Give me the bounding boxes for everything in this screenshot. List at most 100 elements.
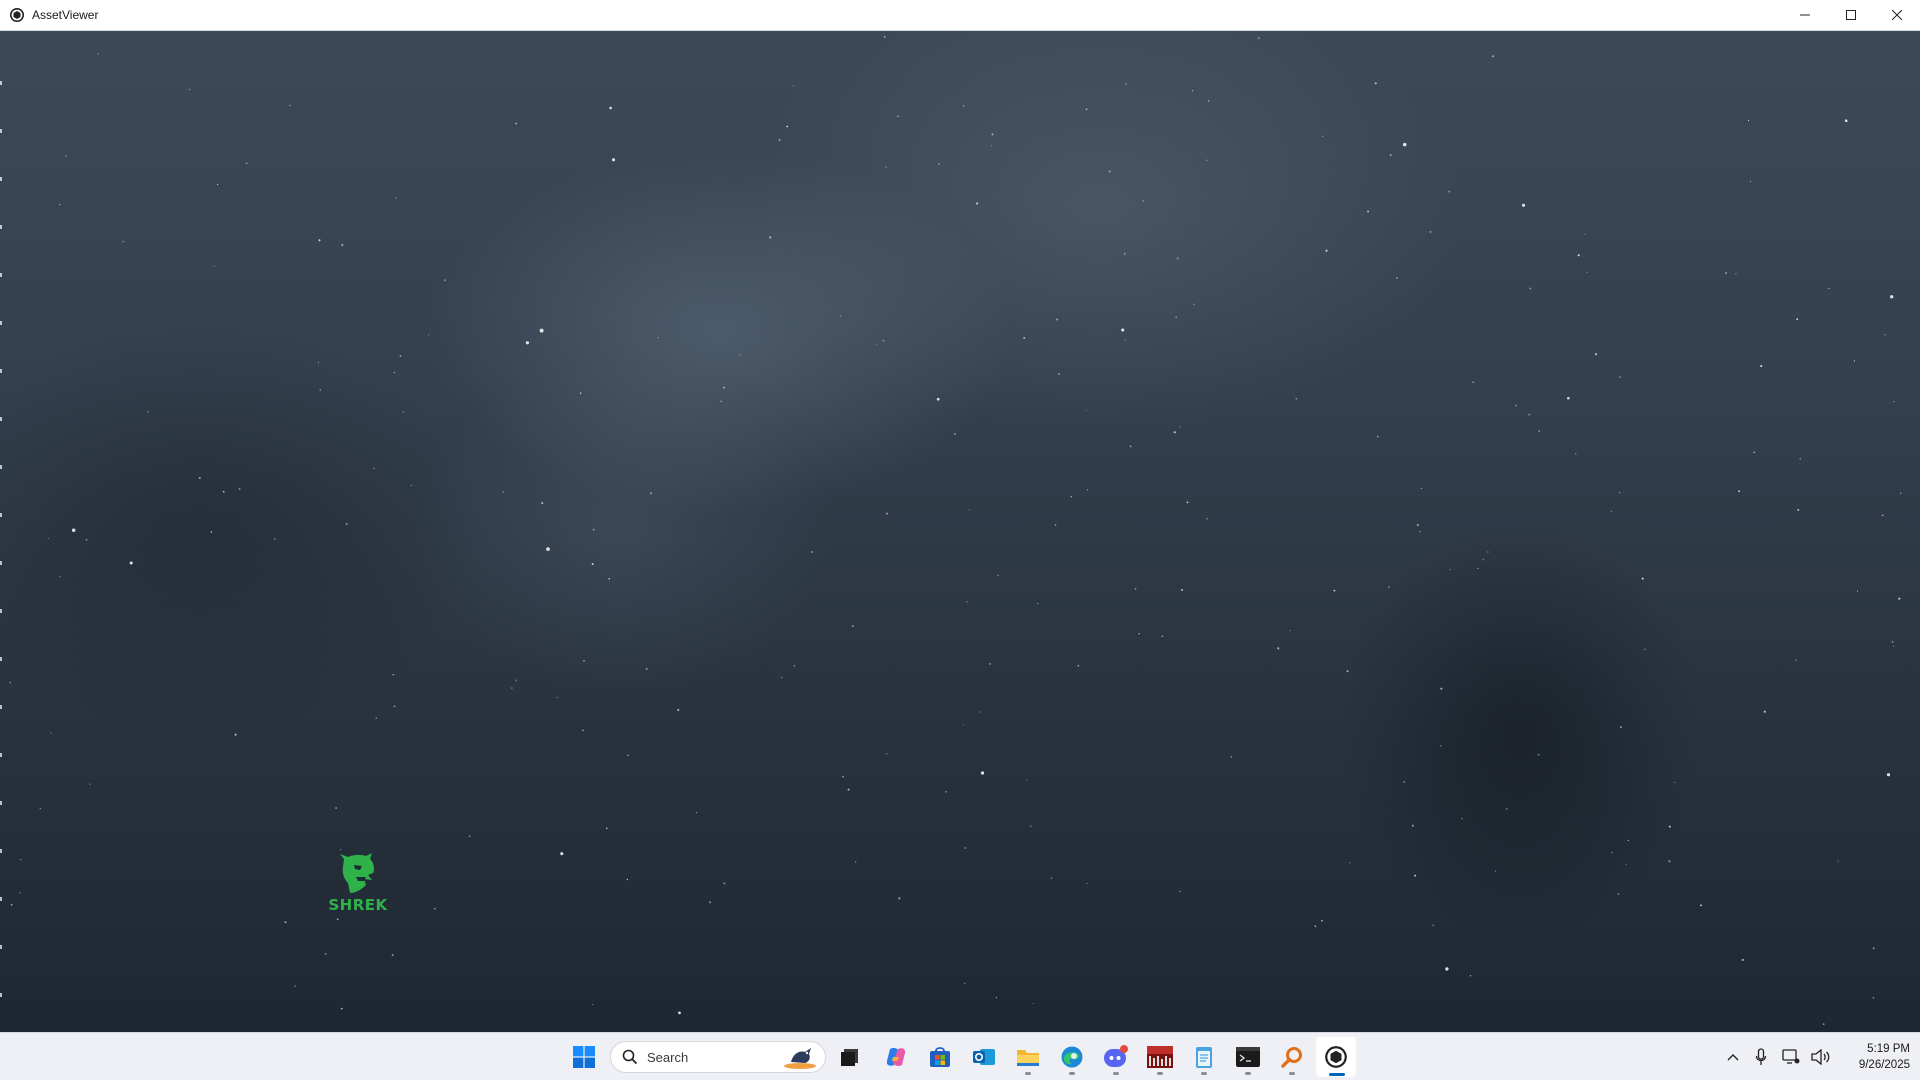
edge-button[interactable] <box>1052 1037 1092 1077</box>
star <box>1747 119 1750 122</box>
maximize-button[interactable] <box>1828 0 1874 31</box>
task-view-button[interactable] <box>830 1037 870 1077</box>
star <box>546 547 550 551</box>
star <box>1037 602 1039 605</box>
star <box>990 145 992 147</box>
voicemeeter-button[interactable] <box>1140 1037 1180 1077</box>
star <box>1374 82 1377 85</box>
file-explorer-button[interactable] <box>1008 1037 1048 1077</box>
star <box>395 197 397 199</box>
star <box>1289 630 1291 632</box>
star <box>1584 233 1586 235</box>
star <box>793 664 796 667</box>
star <box>980 771 985 775</box>
search-tool-button[interactable] <box>1272 1037 1312 1077</box>
star <box>1124 339 1126 341</box>
star <box>1414 874 1417 877</box>
star <box>1741 958 1744 961</box>
star <box>678 1011 681 1015</box>
star <box>1477 567 1479 570</box>
star <box>591 563 594 566</box>
copilot-button[interactable] <box>876 1037 916 1077</box>
star <box>1575 453 1577 455</box>
star <box>1054 524 1057 526</box>
outlook-button[interactable] <box>964 1037 1004 1077</box>
network-button[interactable] <box>1776 1033 1806 1080</box>
volume-button[interactable] <box>1806 1033 1836 1080</box>
star <box>198 476 201 479</box>
discord-button[interactable] <box>1096 1037 1136 1077</box>
star <box>855 861 857 863</box>
terminal-icon <box>1236 1047 1260 1067</box>
viewport-edge-marker <box>0 81 2 85</box>
star <box>969 509 971 511</box>
star <box>1377 435 1379 438</box>
store-button[interactable] <box>920 1037 960 1077</box>
assetviewer-taskbar-button[interactable] <box>1316 1037 1356 1077</box>
star <box>1725 272 1727 274</box>
star <box>582 729 584 732</box>
star <box>1123 253 1126 255</box>
star <box>294 985 296 987</box>
star <box>427 334 430 336</box>
star <box>1402 142 1407 147</box>
clock-date: 9/26/2025 <box>1858 1059 1910 1071</box>
viewport-edge-marker <box>0 417 2 421</box>
show-hidden-icons-button[interactable] <box>1720 1033 1746 1080</box>
assetviewer-icon <box>9 7 25 23</box>
star <box>1180 588 1184 592</box>
star <box>393 371 396 374</box>
star <box>1898 597 1901 600</box>
star <box>1469 975 1472 977</box>
start-button[interactable] <box>564 1037 604 1077</box>
star <box>1125 83 1127 85</box>
star <box>978 711 981 713</box>
close-button[interactable] <box>1874 0 1920 31</box>
star <box>1797 509 1800 511</box>
viewport-edge-marker <box>0 801 2 805</box>
star <box>886 512 889 515</box>
star <box>59 204 61 206</box>
star <box>9 682 11 684</box>
star <box>340 1007 343 1010</box>
star <box>945 791 947 793</box>
star <box>723 882 726 885</box>
asset-viewport[interactable]: SHREK <box>0 31 1920 1032</box>
star <box>539 328 544 333</box>
star <box>1032 1002 1034 1005</box>
star <box>1760 365 1763 368</box>
star <box>1186 501 1189 504</box>
star <box>1700 904 1702 907</box>
terminal-button[interactable] <box>1228 1037 1268 1077</box>
star <box>709 901 712 904</box>
star <box>792 84 795 87</box>
viewport-edge-marker <box>0 993 2 997</box>
close-icon <box>1892 10 1902 20</box>
star <box>786 125 789 128</box>
notepad-button[interactable] <box>1184 1037 1224 1077</box>
star <box>289 104 291 107</box>
logo-text: SHREK <box>328 896 388 914</box>
star <box>1884 334 1886 336</box>
star <box>1029 825 1032 828</box>
window-titlebar[interactable]: AssetViewer <box>0 0 1920 31</box>
minimize-button[interactable] <box>1782 0 1828 31</box>
star <box>1121 328 1125 332</box>
star <box>1594 353 1598 356</box>
taskbar-search[interactable]: Search <box>610 1041 826 1073</box>
viewport-edge-marker <box>0 177 2 181</box>
star <box>876 344 878 346</box>
star <box>1529 287 1532 290</box>
star <box>1295 398 1298 400</box>
taskbar-clock[interactable]: 5:19 PM 9/26/2025 <box>1838 1041 1910 1073</box>
star <box>468 835 471 838</box>
star <box>1738 490 1741 493</box>
speaker-icon <box>1811 1049 1830 1065</box>
star <box>611 158 616 162</box>
microphone-button[interactable] <box>1746 1033 1776 1080</box>
star <box>1070 495 1073 498</box>
star <box>1205 159 1208 162</box>
star <box>213 265 215 267</box>
viewport-edge-marker <box>0 465 2 469</box>
star <box>1277 647 1280 650</box>
